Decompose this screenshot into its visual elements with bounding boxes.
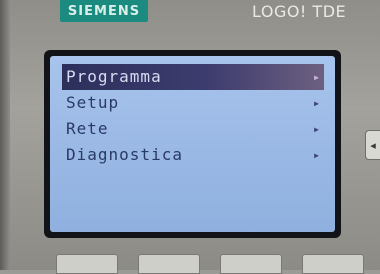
function-key-3[interactable]	[220, 254, 282, 274]
menu-item-diagnostica[interactable]: Diagnostica ▸	[62, 142, 324, 168]
lcd-screen: Programma ▸ Setup ▸ Rete ▸ Diagnostica ▸	[50, 56, 335, 232]
function-key-1[interactable]	[56, 254, 118, 274]
chevron-right-icon: ▸	[312, 70, 322, 84]
main-menu: Programma ▸ Setup ▸ Rete ▸ Diagnostica ▸	[62, 64, 324, 168]
menu-item-label: Setup	[66, 93, 120, 112]
side-cursor-button[interactable]: ◂	[365, 130, 380, 160]
menu-item-label: Diagnostica	[66, 145, 183, 164]
chevron-right-icon: ▸	[312, 96, 322, 110]
brand-logo: SIEMENS	[60, 0, 148, 22]
menu-item-rete[interactable]: Rete ▸	[62, 116, 324, 142]
chevron-right-icon: ▸	[312, 122, 322, 136]
menu-item-label: Rete	[66, 119, 109, 138]
model-label: LOGO! TDE	[252, 2, 347, 21]
function-key-2[interactable]	[138, 254, 200, 274]
menu-item-label: Programma	[66, 67, 162, 86]
chevron-left-icon: ◂	[370, 138, 376, 152]
bezel-edge	[0, 0, 10, 270]
menu-item-programma[interactable]: Programma ▸	[62, 64, 324, 90]
menu-item-setup[interactable]: Setup ▸	[62, 90, 324, 116]
chevron-right-icon: ▸	[312, 148, 322, 162]
function-key-4[interactable]	[302, 254, 364, 274]
function-key-row	[48, 254, 376, 274]
